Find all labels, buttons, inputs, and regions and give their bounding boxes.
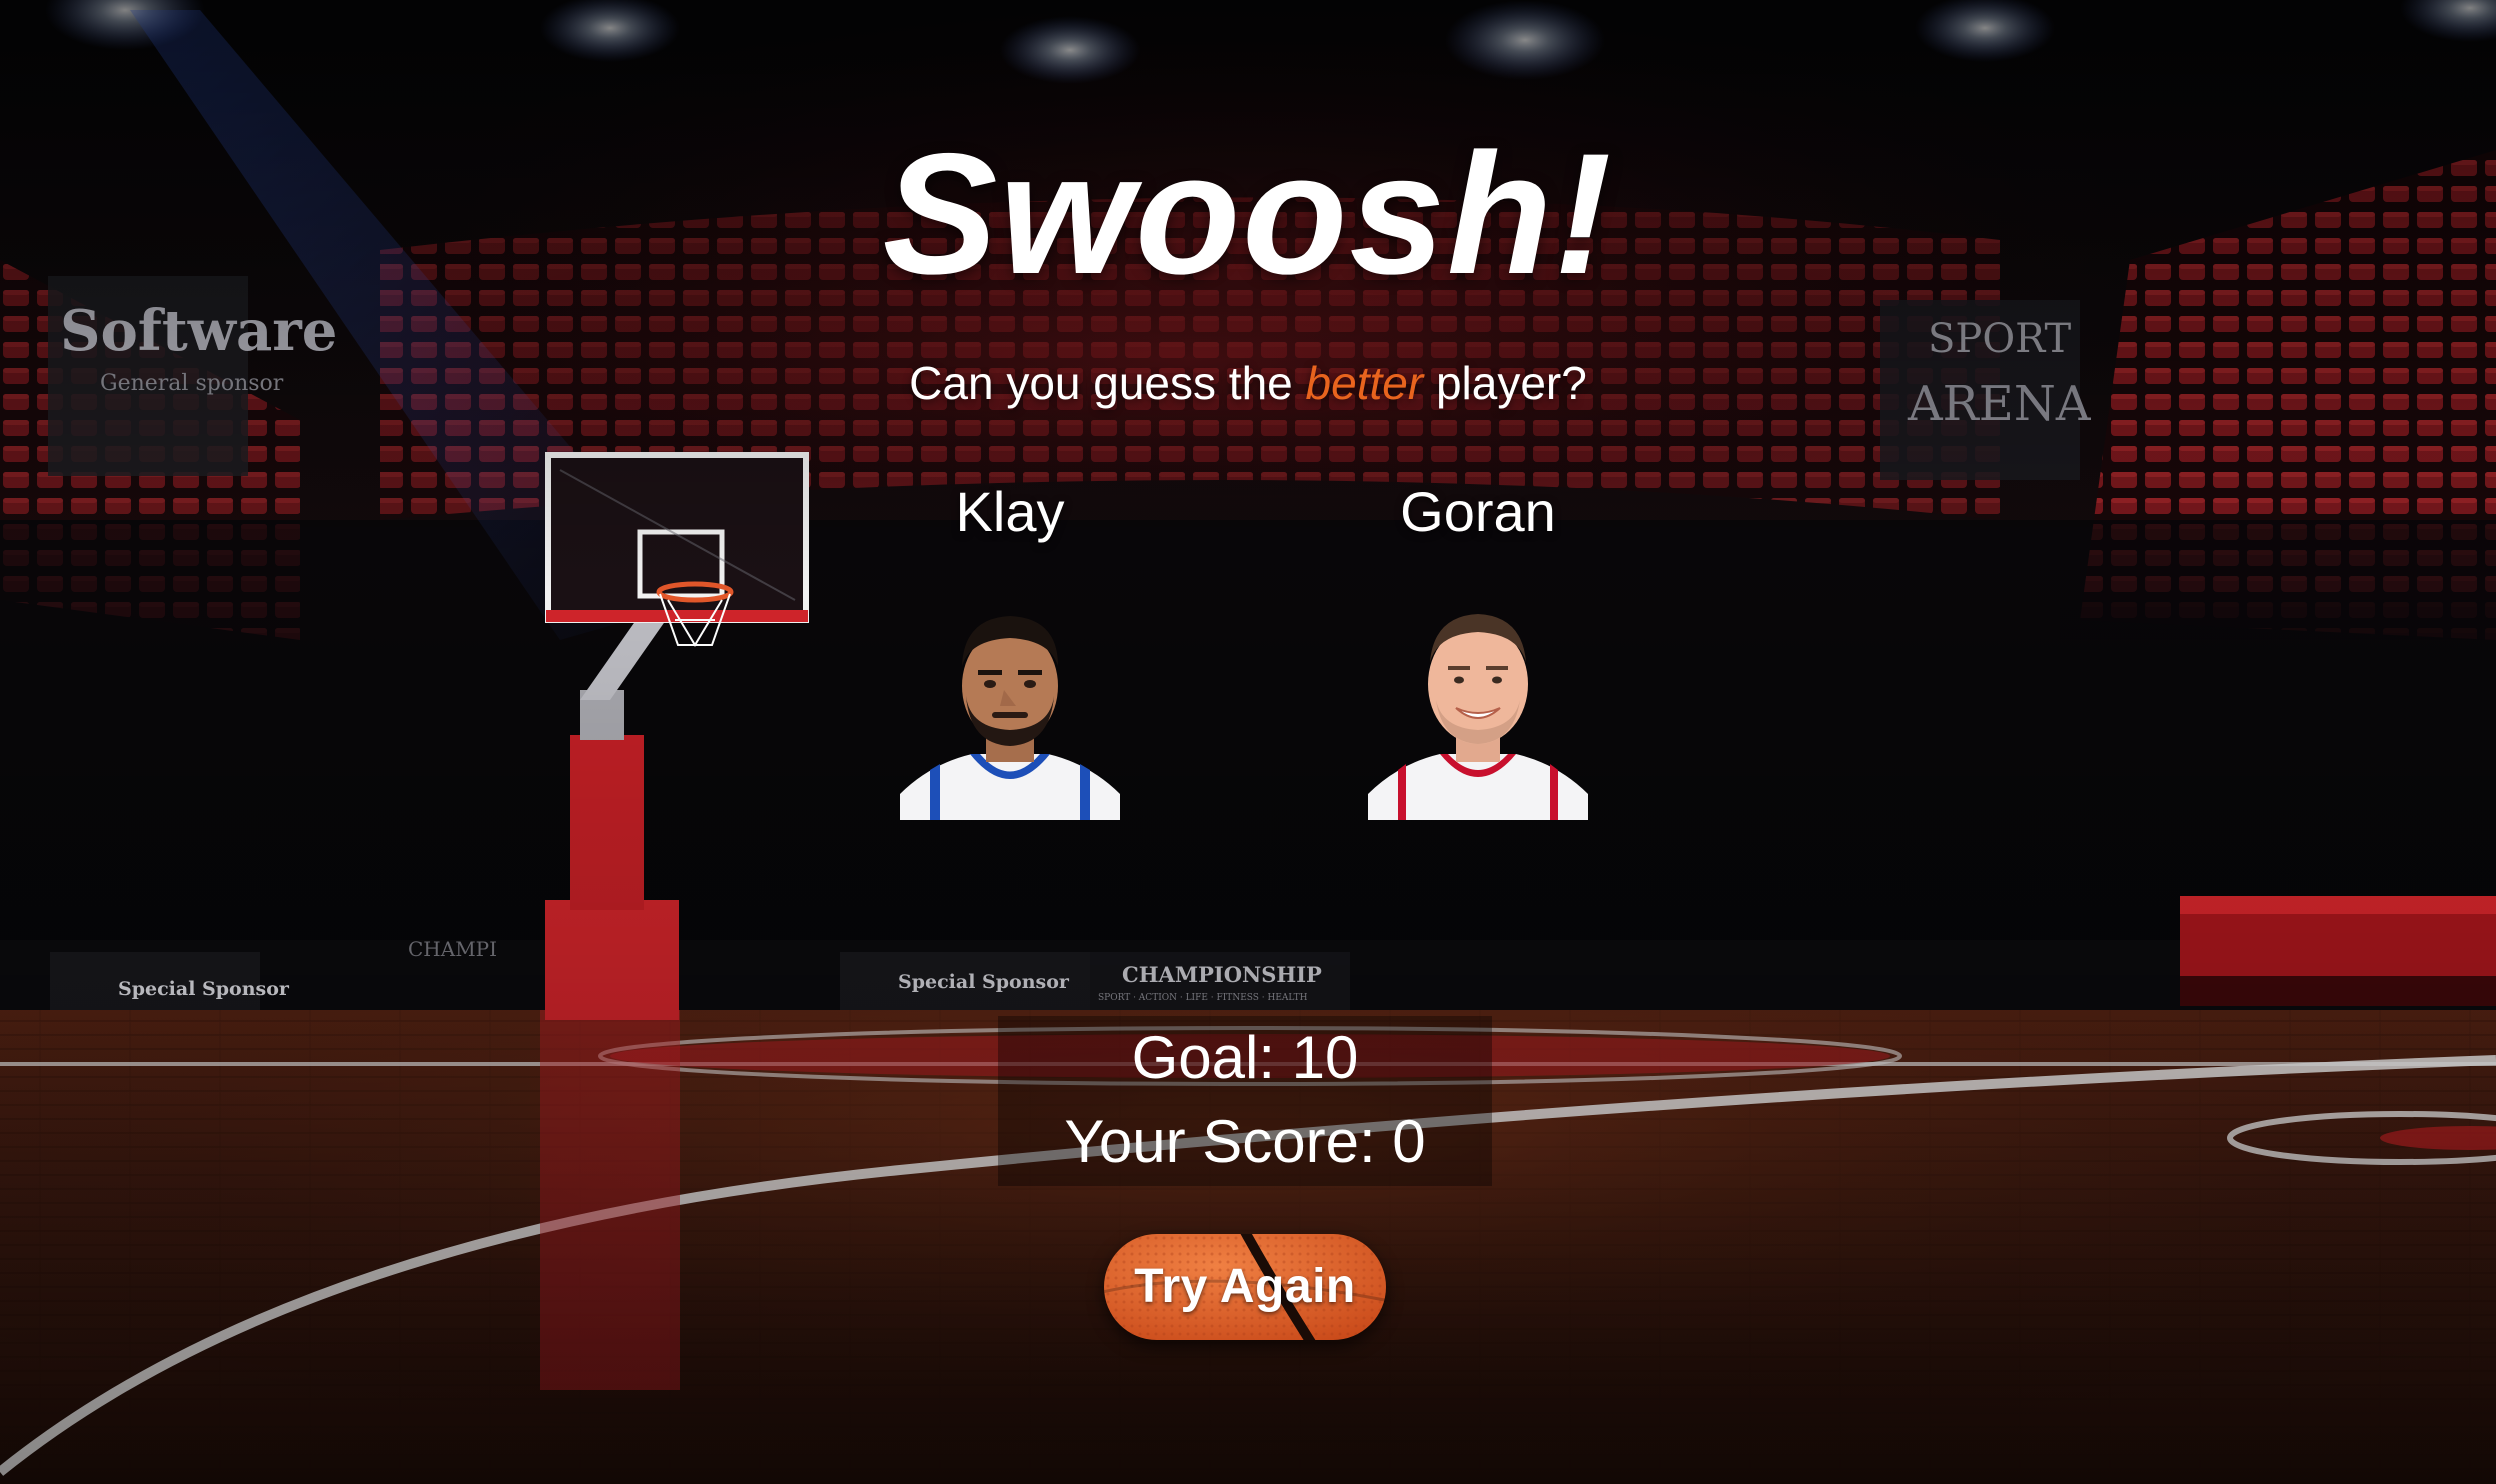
subtitle-text-end: player? — [1423, 357, 1587, 409]
goal-text: Goal: 10 — [1131, 1024, 1359, 1091]
subtitle-accent: better — [1305, 357, 1424, 409]
player-portrait-goran[interactable] — [1368, 604, 1588, 820]
subtitle-text: Can you guess the — [909, 357, 1306, 409]
player-name: Klay — [955, 480, 1065, 543]
score-panel: Goal: 10 Your Score: 0 — [998, 1016, 1492, 1186]
game-title: Swoosh! — [882, 118, 1614, 310]
player-card-klay[interactable]: Klay — [860, 480, 1160, 820]
player-portrait-klay[interactable] — [900, 604, 1120, 820]
player-name: Goran — [1400, 480, 1556, 543]
try-again-label: Try Again — [1134, 1260, 1356, 1313]
try-again-button[interactable]: Try Again — [1104, 1234, 1386, 1340]
player-card-goran[interactable]: Goran — [1328, 480, 1628, 820]
score-text: Your Score: 0 — [1064, 1108, 1426, 1175]
game-subtitle: Can you guess the better player? — [0, 360, 2496, 406]
